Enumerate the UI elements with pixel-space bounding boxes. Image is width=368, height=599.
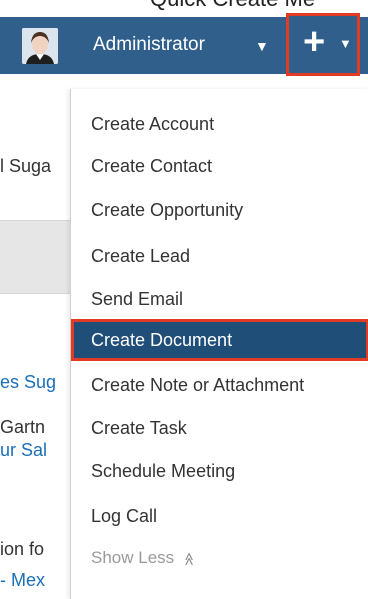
menu-item-log-call[interactable]: Log Call	[71, 495, 368, 537]
quick-create-menu: Create Account Create Contact Create Opp…	[70, 89, 368, 599]
menu-item-create-note[interactable]: Create Note or Attachment	[71, 364, 368, 406]
menu-item-create-opportunity[interactable]: Create Opportunity	[71, 189, 368, 231]
menu-item-create-lead[interactable]: Create Lead	[71, 235, 368, 277]
avatar[interactable]	[22, 28, 58, 64]
background-link[interactable]: es Sug	[0, 372, 56, 393]
partial-top-text: Quick Create Me	[150, 0, 315, 12]
user-menu-label[interactable]: Administrator	[93, 34, 205, 56]
background-text: Gartn	[0, 417, 46, 437]
background-text: ion fo	[0, 539, 45, 559]
double-chevron-up-icon: ≪	[181, 552, 197, 566]
menu-item-create-account[interactable]: Create Account	[71, 103, 368, 145]
plus-icon: +	[303, 21, 326, 63]
chevron-down-icon[interactable]: ▼	[255, 38, 269, 54]
background-link[interactable]: ur Sal	[0, 440, 47, 461]
menu-item-create-document[interactable]: Create Document	[71, 319, 368, 361]
background-link[interactable]: - Mex	[0, 570, 45, 591]
background-band	[0, 220, 70, 294]
chevron-down-icon: ▼	[339, 36, 352, 51]
menu-item-create-task[interactable]: Create Task	[71, 407, 368, 449]
quick-create-button[interactable]: + ▼	[286, 13, 360, 76]
user-avatar-icon	[22, 28, 58, 64]
menu-item-show-less[interactable]: Show Less ≪	[71, 537, 368, 579]
menu-item-schedule-meeting[interactable]: Schedule Meeting	[71, 450, 368, 492]
menu-item-create-contact[interactable]: Create Contact	[71, 145, 368, 187]
show-less-label: Show Less	[91, 548, 175, 567]
menu-item-send-email[interactable]: Send Email	[71, 278, 368, 320]
background-text: l Suga	[0, 156, 52, 176]
